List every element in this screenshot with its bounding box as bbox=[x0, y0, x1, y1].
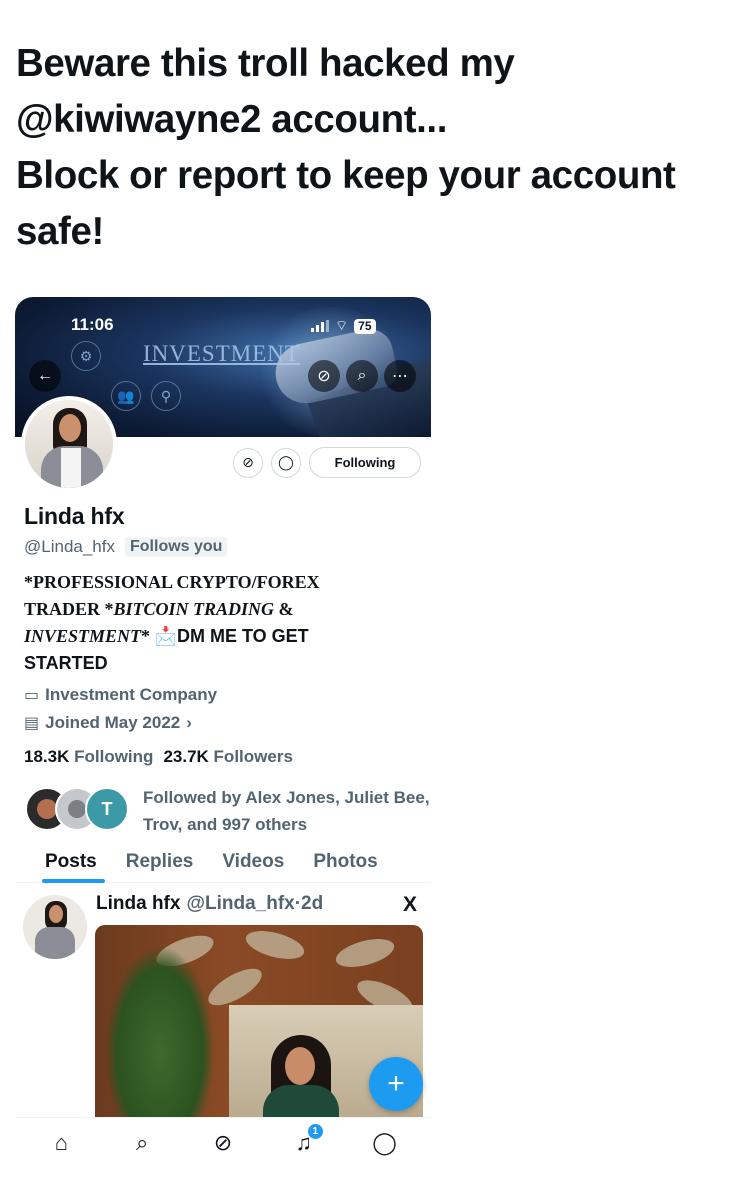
bio-line-2: TRADER *BITCOIN TRADING & bbox=[24, 599, 294, 619]
search-icon: ⌕ bbox=[357, 367, 367, 384]
battery-level: 75 bbox=[354, 318, 376, 334]
post-header: Linda hfx @Linda_hfx·2d bbox=[96, 893, 323, 915]
embedded-screenshot: ⚙ 👥 ⚲ INVESTMENT 11:06 ⌔ 75 ← ⊘ ⌕ ⋯ ⊘ ◯ … bbox=[15, 297, 431, 1197]
profile-actions: ⊘ ◯ Following bbox=[233, 447, 421, 478]
grok-button[interactable]: ⊘ bbox=[308, 360, 340, 392]
profile-handle: @Linda_hfx bbox=[24, 537, 115, 556]
nav-home[interactable]: ⌂ bbox=[41, 1130, 81, 1156]
post-author-name[interactable]: Linda hfx bbox=[96, 893, 180, 915]
followers-stat[interactable]: 23.7K Followers bbox=[163, 747, 292, 767]
bio-line-3: INVESTMENT* 📩DM ME TO GET bbox=[24, 626, 309, 646]
profile-joined: Joined May 2022 bbox=[45, 713, 181, 732]
more-button[interactable]: ⋯ bbox=[384, 360, 416, 392]
tab-photos[interactable]: Photos bbox=[313, 845, 377, 882]
grok-icon: ⊘ bbox=[213, 1129, 233, 1155]
messages-icon: ◯ bbox=[372, 1129, 397, 1155]
envelope-icon: 📩 bbox=[154, 626, 177, 646]
bottom-navigation: ⌂ ⌕ ⊘ ♫ 1 ◯ bbox=[15, 1117, 431, 1167]
status-indicators: ⌔ 75 bbox=[311, 317, 376, 335]
tab-videos[interactable]: Videos bbox=[222, 845, 284, 882]
profile-bio: *PROFESSIONAL CRYPTO/FOREX TRADER *BITCO… bbox=[24, 569, 414, 677]
search-icon: ⌕ bbox=[136, 1129, 149, 1155]
back-arrow-icon: ← bbox=[37, 367, 53, 384]
headline-line-1: Beware this troll hacked my bbox=[16, 42, 515, 85]
handle-row: @Linda_hfx Follows you bbox=[24, 537, 228, 557]
signal-icon bbox=[311, 320, 329, 332]
category-row: ▭ Investment Company bbox=[24, 685, 217, 705]
bio-line-1: *PROFESSIONAL CRYPTO/FOREX bbox=[24, 572, 320, 592]
grok-icon: ⊘ bbox=[317, 368, 331, 385]
nav-search[interactable]: ⌕ bbox=[122, 1130, 162, 1156]
message-button[interactable]: ◯ bbox=[271, 447, 301, 478]
following-button[interactable]: Following bbox=[309, 447, 421, 478]
following-stat[interactable]: 18.3K Following bbox=[24, 747, 153, 767]
grok-icon: ⊘ bbox=[242, 454, 254, 470]
home-icon: ⌂ bbox=[54, 1129, 69, 1155]
profile-avatar[interactable] bbox=[21, 396, 117, 492]
follower-avatar: T bbox=[85, 787, 129, 831]
banner-text: INVESTMENT bbox=[143, 341, 300, 366]
compose-button[interactable]: + bbox=[369, 1057, 423, 1111]
more-icon: ⋯ bbox=[392, 368, 408, 385]
profile-tabs: Posts Replies Videos Photos bbox=[15, 845, 431, 883]
follows-you-badge: Follows you bbox=[125, 537, 228, 557]
headline-line-4: safe! bbox=[16, 210, 104, 253]
profile-name: Linda hfx bbox=[24, 503, 125, 529]
tab-replies[interactable]: Replies bbox=[126, 845, 194, 882]
headline-line-3: Block or report to keep your account bbox=[16, 154, 676, 197]
active-tab-indicator bbox=[42, 879, 105, 883]
headline: Beware this troll hacked my @kiwiwayne2 … bbox=[16, 36, 746, 260]
profile-category: Investment Company bbox=[45, 685, 218, 704]
search-button[interactable]: ⌕ bbox=[346, 360, 378, 392]
status-time: 11:06 bbox=[71, 315, 114, 334]
nav-grok[interactable]: ⊘ bbox=[203, 1130, 243, 1156]
nav-messages[interactable]: ◯ bbox=[365, 1130, 405, 1156]
message-bubble-icon: ◯ bbox=[278, 454, 294, 470]
followed-by-row[interactable]: T Followed by Alex Jones, Juliet Bee, Tr… bbox=[25, 787, 433, 838]
post-author-avatar[interactable] bbox=[23, 895, 87, 959]
post-author-handle: @Linda_hfx·2d bbox=[186, 893, 324, 914]
x-logo-icon: X bbox=[403, 893, 418, 916]
calendar-icon: ▤ bbox=[24, 715, 40, 732]
chevron-right-icon: › bbox=[186, 713, 192, 732]
bio-line-4: STARTED bbox=[24, 653, 108, 673]
joined-row[interactable]: ▤ Joined May 2022 › bbox=[24, 713, 192, 733]
tree-icon: ⚲ bbox=[151, 381, 181, 411]
back-button[interactable]: ← bbox=[29, 360, 61, 392]
followed-by-text: Followed by Alex Jones, Juliet Bee, Trov… bbox=[143, 788, 430, 834]
nav-notifications[interactable]: ♫ 1 bbox=[284, 1123, 324, 1156]
wifi-icon: ⌔ bbox=[335, 317, 349, 333]
people-icon: 👥 bbox=[111, 381, 141, 411]
notification-badge: 1 bbox=[307, 1123, 323, 1139]
grok-profile-button[interactable]: ⊘ bbox=[233, 447, 263, 478]
profile-stats: 18.3K Following 23.7K Followers bbox=[24, 747, 293, 767]
chart-icon: ⚙ bbox=[71, 341, 101, 371]
headline-line-2: @kiwiwayne2 account... bbox=[16, 98, 447, 141]
tab-posts[interactable]: Posts bbox=[45, 845, 97, 882]
briefcase-icon: ▭ bbox=[24, 687, 40, 704]
